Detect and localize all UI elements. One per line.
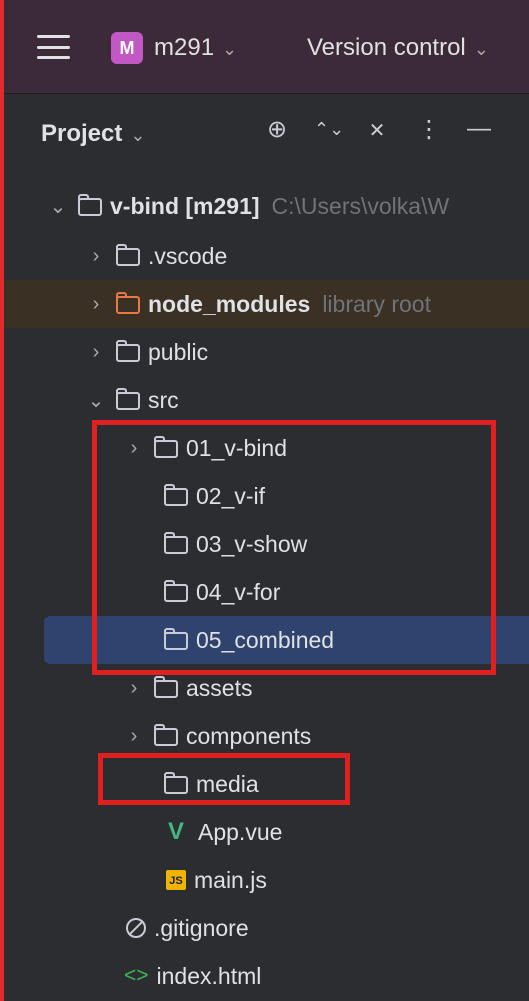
chevron-right-icon[interactable]: ›	[86, 341, 106, 364]
tree-item-label: src	[148, 386, 179, 413]
title-bar: M m291 ⌄ Version control ⌄	[4, 0, 529, 94]
tree-item-label: main.js	[194, 866, 267, 893]
tree-item-gitignore[interactable]: .gitignore	[4, 904, 529, 952]
expand-all-icon[interactable]: ⌃⌄	[314, 119, 344, 140]
tree-item-label: public	[148, 338, 209, 365]
tree-item-label: assets	[186, 674, 253, 701]
chevron-right-icon[interactable]: ›	[124, 725, 144, 748]
folder-icon	[116, 388, 140, 410]
vue-file-icon: V	[167, 818, 184, 845]
gitignore-icon	[126, 918, 146, 938]
hamburger-menu-icon[interactable]	[37, 35, 70, 59]
version-control-menu[interactable]: Version control ⌄	[307, 34, 489, 62]
collapse-all-icon[interactable]: ✕	[362, 118, 392, 143]
chevron-right-icon[interactable]: ›	[86, 245, 106, 268]
hide-icon[interactable]: —	[464, 115, 494, 143]
folder-icon	[154, 724, 178, 746]
js-file-icon: JS	[166, 870, 186, 890]
tree-item-main-js[interactable]: JS main.js	[4, 856, 529, 904]
chevron-down-icon: ⌄	[222, 39, 238, 59]
annotation-box-src-folders	[92, 420, 496, 675]
tree-item-label: App.vue	[198, 818, 283, 845]
tree-item-public[interactable]: › public	[4, 328, 529, 376]
folder-icon	[154, 676, 178, 698]
tree-item-label: components	[186, 722, 312, 749]
tree-item-label: .vscode	[148, 242, 228, 269]
project-name: m291	[154, 34, 215, 61]
project-badge[interactable]: M	[111, 32, 143, 64]
tree-item-vscode[interactable]: › .vscode	[4, 232, 529, 280]
panel-title: Project	[41, 120, 123, 147]
tree-item-index-html[interactable]: <> index.html	[4, 952, 529, 1000]
folder-icon	[78, 194, 102, 216]
project-switcher[interactable]: m291 ⌄	[154, 34, 237, 62]
library-root-tag: library root	[322, 290, 431, 317]
tree-item-v-bind-root[interactable]: ⌄ v-bind [m291] C:\Users\volka\W	[4, 182, 529, 230]
project-view-selector[interactable]: Project ⌄	[41, 120, 145, 148]
tree-item-node-modules[interactable]: › node_modules library root	[4, 280, 529, 328]
tree-item-src[interactable]: ⌄ src	[4, 376, 529, 424]
project-panel-header: Project ⌄ ⊕ ⌃⌄ ✕ ⋮ —	[4, 93, 529, 173]
tree-item-label: node_modules	[148, 290, 311, 317]
tree-item-label: index.html	[156, 962, 262, 989]
html-file-icon: <>	[124, 964, 149, 987]
folder-icon	[116, 292, 140, 314]
chevron-right-icon[interactable]: ›	[124, 677, 144, 700]
chevron-down-icon[interactable]: ⌄	[48, 194, 68, 219]
annotation-box-media	[98, 753, 350, 805]
tree-item-label: .gitignore	[154, 914, 249, 941]
chevron-right-icon[interactable]: ›	[86, 293, 106, 316]
version-control-label: Version control	[307, 34, 466, 61]
tree-item-app-vue[interactable]: V App.vue	[4, 808, 529, 856]
folder-icon	[116, 340, 140, 362]
chevron-down-icon: ⌄	[130, 125, 146, 145]
folder-icon	[116, 244, 140, 266]
chevron-down-icon[interactable]: ⌄	[86, 388, 106, 413]
tree-item-path: C:\Users\volka\W	[271, 192, 450, 219]
project-tool-window: M m291 ⌄ Version control ⌄ Project ⌄ ⊕ ⌃⌄ ✕…	[0, 0, 529, 1001]
locate-icon[interactable]: ⊕	[262, 115, 292, 144]
tree-item-label: v-bind [m291]	[110, 192, 260, 219]
chevron-down-icon: ⌄	[473, 39, 489, 59]
more-options-icon[interactable]: ⋮	[414, 115, 444, 144]
